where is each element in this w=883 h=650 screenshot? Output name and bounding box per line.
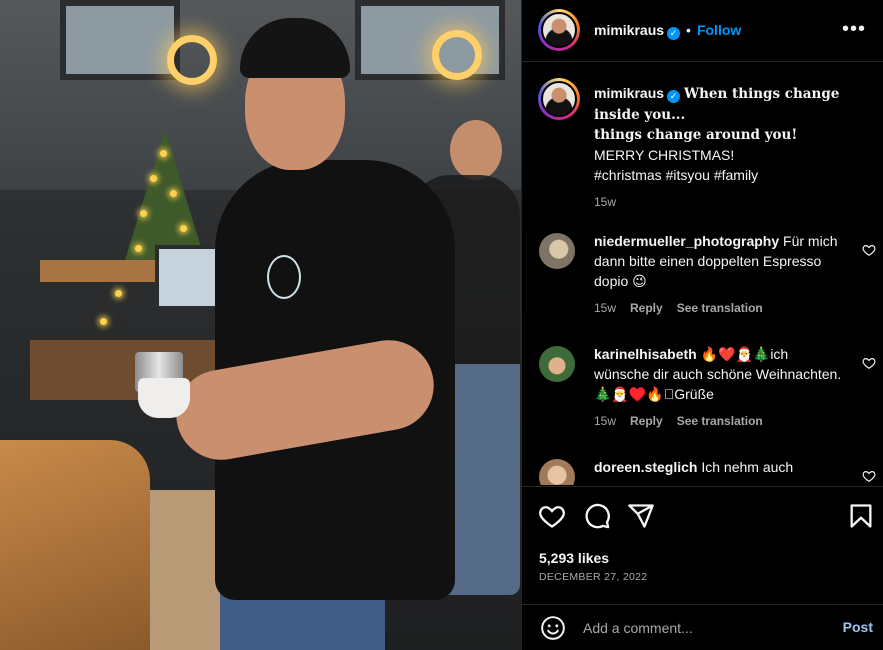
caption-line-3: MERRY CHRISTMAS! [594, 147, 735, 163]
more-options-icon[interactable]: ••• [842, 18, 866, 41]
caption-username[interactable]: mimikraus [594, 85, 664, 101]
comment-timestamp[interactable]: 15w [594, 301, 616, 315]
bookmark-icon[interactable] [847, 502, 875, 530]
comment-body: doreen.steglich Ich nehm auch [594, 457, 844, 477]
verified-badge-icon: ✓ [667, 27, 681, 40]
photo-counter [0, 440, 150, 650]
photo-tree-light [115, 290, 122, 297]
photo-tree-light [150, 175, 157, 182]
photo-coffee-cup [138, 378, 190, 418]
comment-body: niedermueller_photography Für mich dann … [594, 231, 844, 318]
likes-count[interactable]: 5,293 likes [539, 550, 609, 566]
heart-icon[interactable] [862, 356, 876, 370]
like-heart-icon[interactable] [538, 502, 566, 530]
author-avatar[interactable] [538, 9, 580, 51]
comment-icon[interactable] [583, 502, 611, 530]
see-translation-button[interactable]: See translation [677, 414, 763, 428]
comments-section[interactable]: mimikraus ✓ When things change inside you… [522, 63, 883, 485]
photo-lamp [167, 35, 217, 85]
reply-button[interactable]: Reply [630, 414, 663, 428]
photo-tree-light [160, 150, 167, 157]
share-icon[interactable] [627, 502, 655, 530]
comment-username[interactable]: niedermueller_photography [594, 233, 779, 249]
photo-tree-light [170, 190, 177, 197]
see-translation-button[interactable]: See translation [677, 301, 763, 315]
caption-hashtags[interactable]: #christmas #itsyou #family [594, 165, 864, 185]
reply-button[interactable]: Reply [630, 301, 663, 315]
photo-tree-light [180, 225, 187, 232]
comment-username[interactable]: doreen.steglich [594, 459, 697, 475]
follow-button[interactable]: Follow [697, 22, 741, 38]
comment-composer: Post [522, 604, 883, 650]
photo-tree-light [100, 318, 107, 325]
author-username[interactable]: mimikraus [594, 22, 664, 38]
photo-background-person-head [450, 120, 502, 180]
separator-dot: • [686, 22, 691, 38]
comment-avatar[interactable] [539, 346, 575, 382]
comment-input[interactable] [583, 617, 823, 639]
caption-avatar[interactable] [538, 78, 580, 120]
avatar-image [541, 12, 577, 48]
post-image[interactable] [0, 0, 521, 650]
heart-icon[interactable] [862, 243, 876, 257]
comment-username[interactable]: karinelhisabeth [594, 346, 697, 362]
header-author: mimikraus ✓ • Follow [594, 22, 741, 40]
post-actions: 5,293 likes DECEMBER 27, 2022 [522, 486, 883, 606]
heart-icon[interactable] [862, 469, 876, 483]
photo-window [60, 0, 180, 80]
photo-shirt-logo [267, 255, 301, 299]
photo-lamp [432, 30, 482, 80]
post-comment-button[interactable]: Post [843, 619, 873, 635]
comment-timestamp[interactable]: 15w [594, 414, 616, 428]
caption-line-2: things change around you! [594, 127, 798, 143]
comment-avatar[interactable] [539, 233, 575, 269]
avatar-image [541, 81, 577, 117]
comment-body: karinelhisabeth 🔥❤️🎅🎄ich wünsche dir auc… [594, 344, 844, 431]
post-caption: mimikraus ✓ When things change inside you… [594, 83, 864, 212]
photo-tree-light [135, 245, 142, 252]
post-header: mimikraus ✓ • Follow ••• [522, 0, 883, 62]
comment-text: Ich nehm auch [701, 459, 794, 475]
post-panel: mimikraus ✓ • Follow ••• mimikraus ✓ When th… [521, 0, 883, 650]
emoji-icon[interactable] [540, 615, 566, 641]
comment-avatar[interactable] [539, 459, 575, 485]
caption-timestamp[interactable]: 15w [594, 195, 616, 209]
photo-tree-light [140, 210, 147, 217]
verified-badge-icon: ✓ [667, 90, 681, 103]
post-date: DECEMBER 27, 2022 [539, 571, 648, 583]
photo-window [355, 0, 505, 80]
